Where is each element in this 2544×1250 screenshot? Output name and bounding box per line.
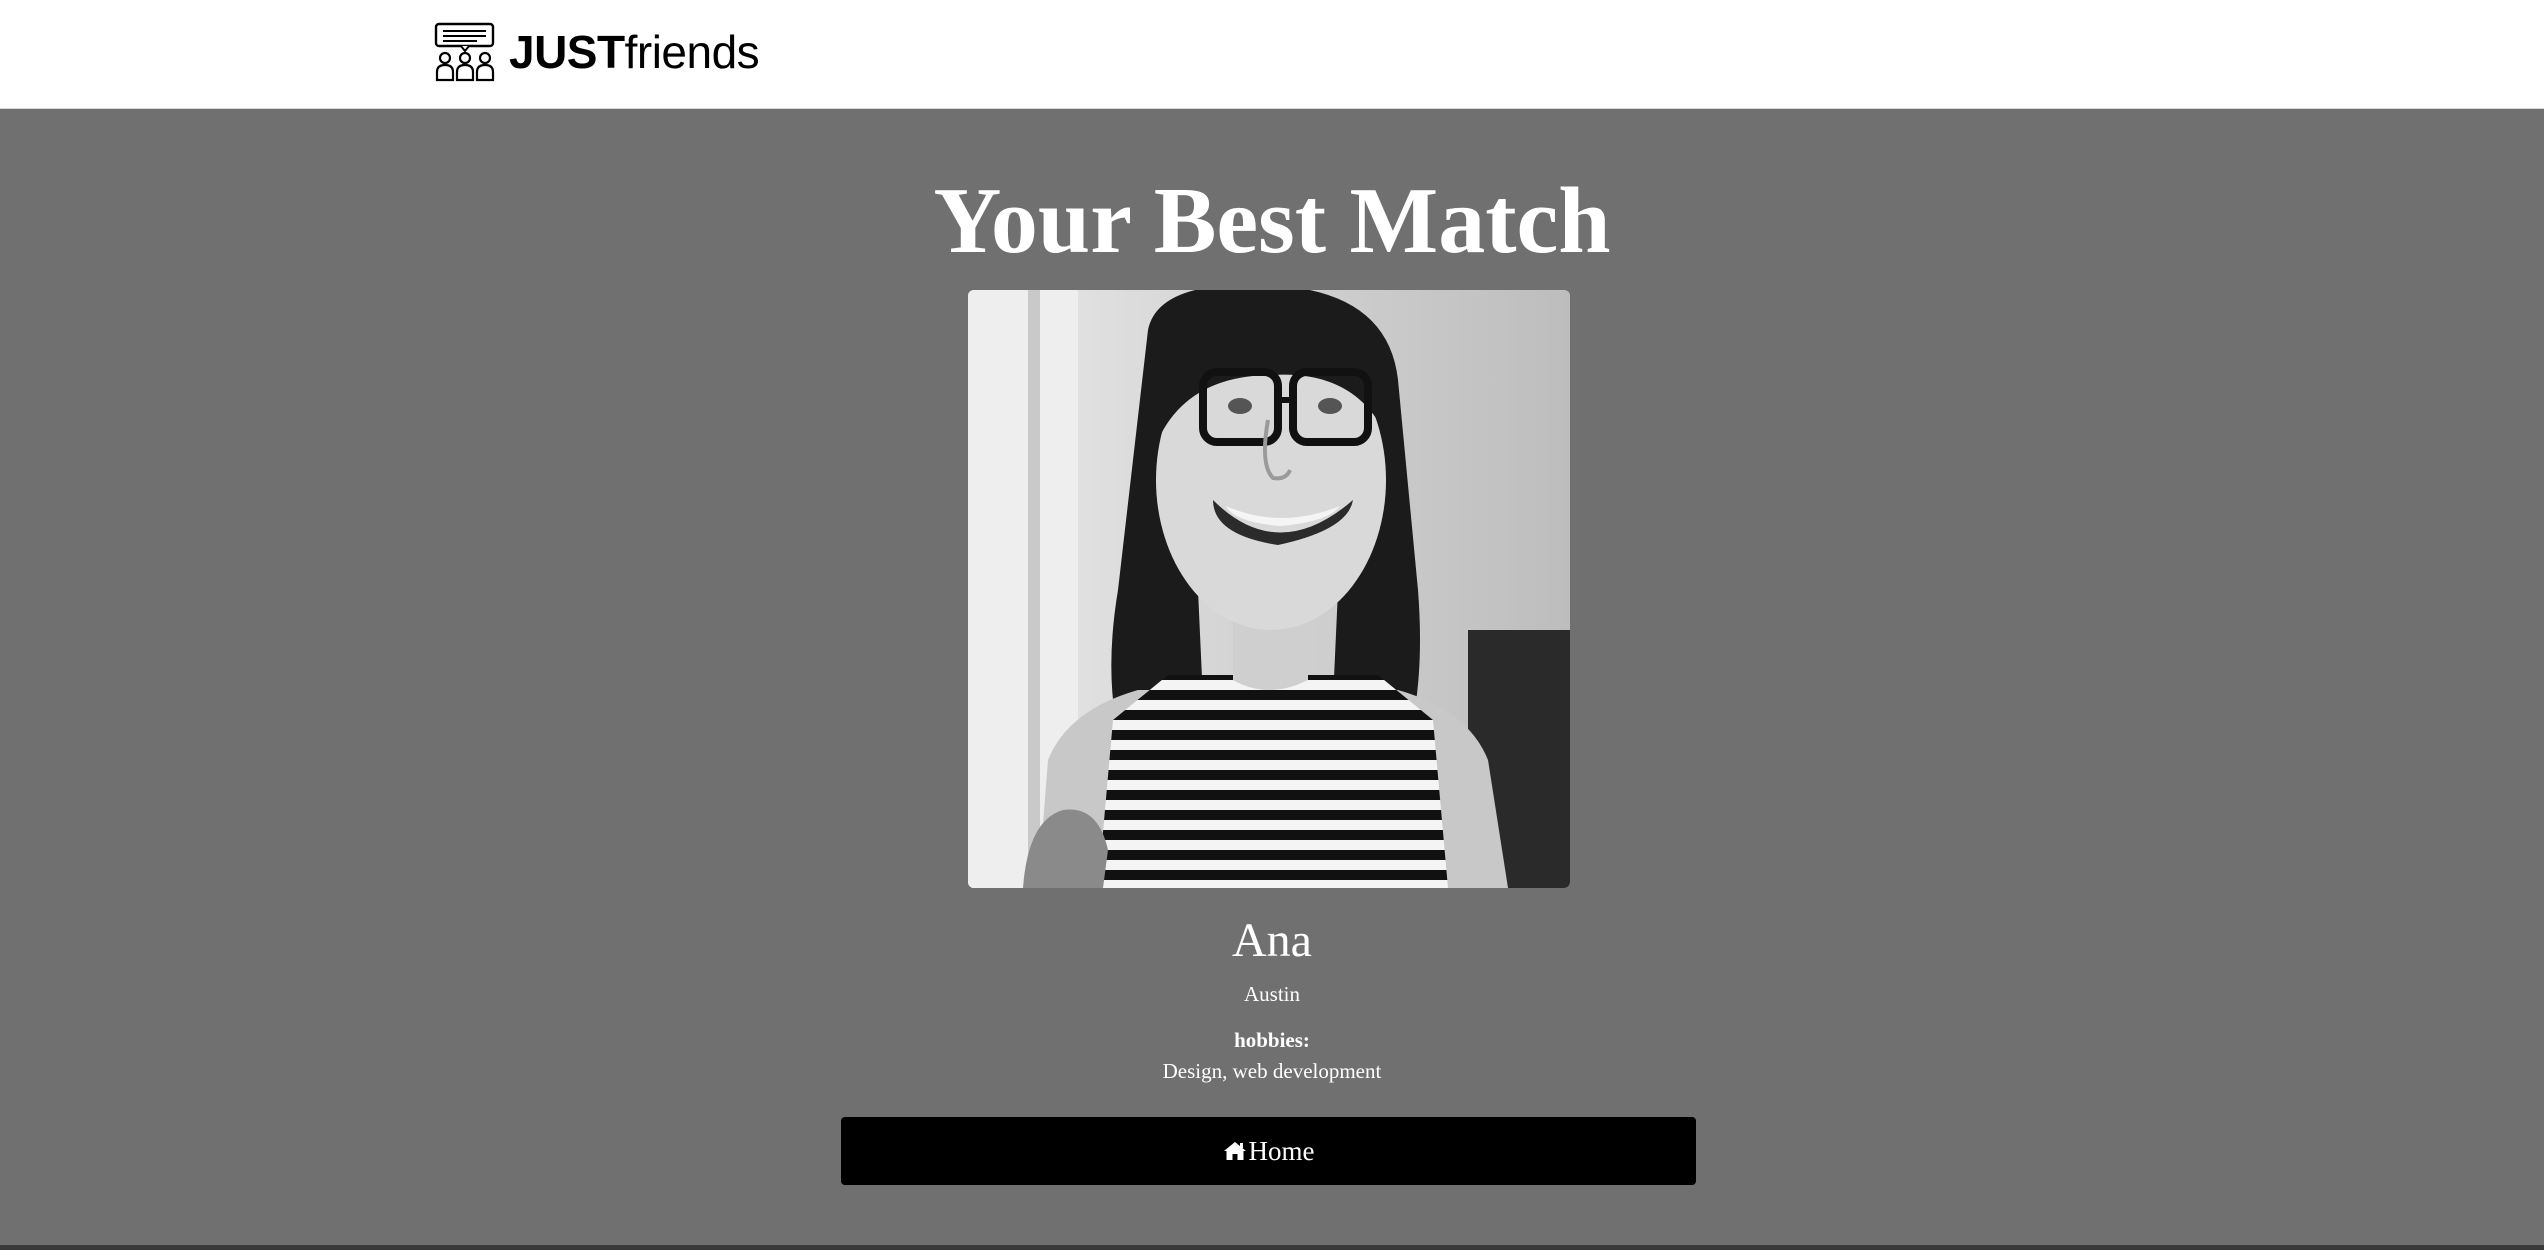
group-chat-icon — [434, 22, 495, 82]
match-photo — [968, 290, 1570, 888]
match-city: Austin — [1243, 982, 1300, 1006]
match-portrait — [968, 290, 1570, 888]
hobbies-label: hobbies: — [1234, 1028, 1310, 1052]
page-bottom-edge — [0, 1245, 2544, 1250]
brand-name-light: friends — [624, 26, 760, 78]
page-title: Your Best Match — [933, 169, 1611, 273]
home-icon — [1223, 1142, 1246, 1160]
navbar: JUSTfriends — [0, 0, 2544, 109]
home-button[interactable]: Home — [841, 1117, 1696, 1185]
brand-link[interactable]: JUSTfriends — [433, 22, 760, 82]
brand-name-bold: JUST — [509, 26, 625, 78]
match-name: Ana — [1232, 914, 1312, 967]
brand-name: JUSTfriends — [509, 26, 760, 78]
home-button-label: Home — [1248, 1135, 1315, 1166]
hobbies-value: Design, web development — [1162, 1059, 1382, 1083]
